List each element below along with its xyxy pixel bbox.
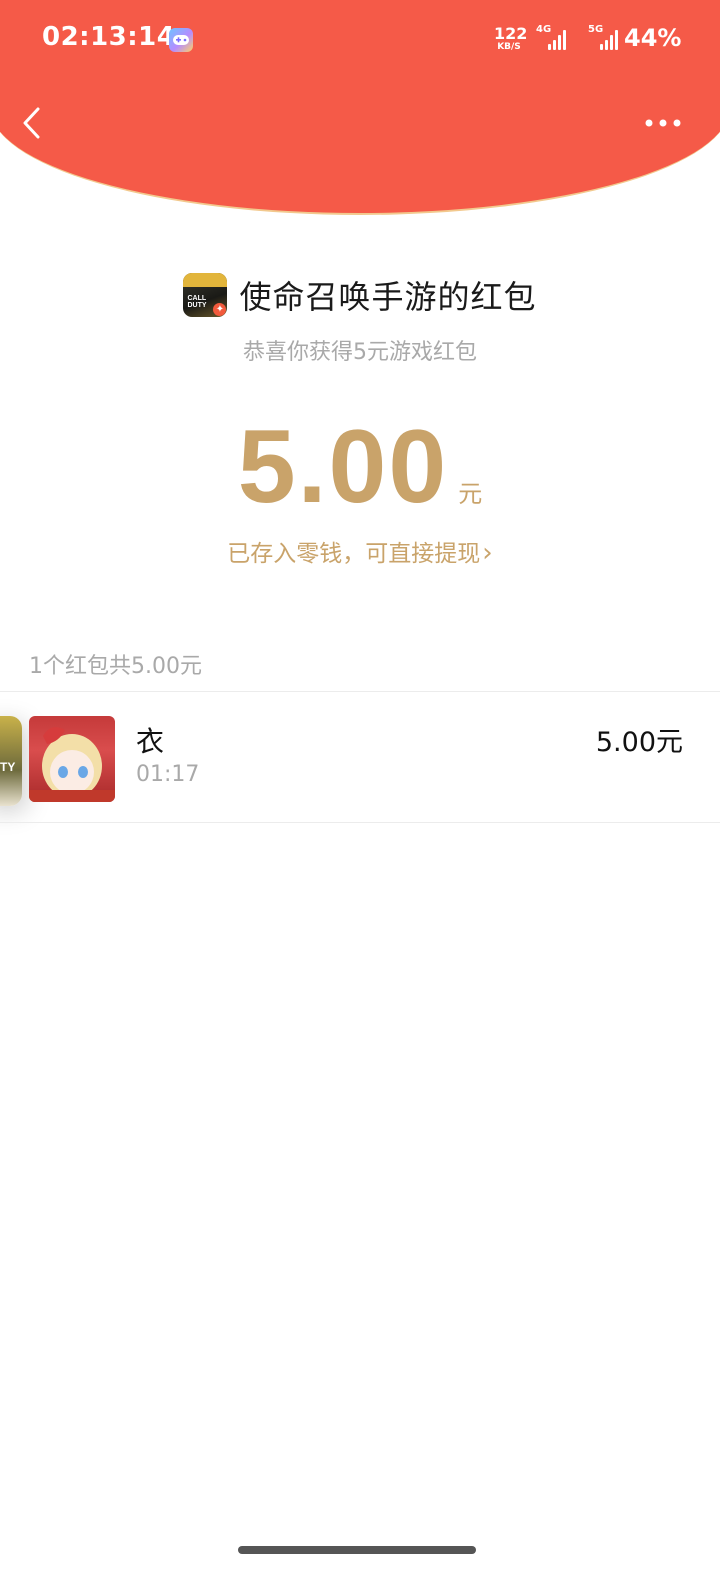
packet-title-row: CALL DUTY ✦ 使命召唤手游的红包 — [0, 270, 720, 320]
avatar — [29, 716, 115, 802]
more-dots-icon — [645, 119, 681, 127]
more-button[interactable] — [640, 110, 686, 136]
withdraw-link-label: 已存入零钱，可直接提现 — [227, 541, 481, 567]
status-bar: 02:13:14 122 KB/S 4G 5G 44% — [42, 22, 682, 52]
amount-unit: 元 — [458, 480, 483, 508]
list-item[interactable]: TY 衣 01:17 5.00元 — [0, 692, 720, 822]
packet-amount: 5.00 — [237, 409, 449, 525]
divider — [0, 822, 720, 823]
chevron-left-icon — [23, 107, 40, 139]
withdraw-link[interactable]: 已存入零钱，可直接提现› — [0, 534, 720, 568]
game-controller-icon — [169, 28, 193, 52]
battery-level: 44% — [624, 24, 682, 52]
packet-title: 使命召唤手游的红包 — [239, 278, 537, 316]
network-speed: 122 KB/S — [494, 24, 528, 52]
back-button[interactable] — [18, 104, 48, 142]
home-indicator[interactable] — [238, 1546, 476, 1554]
packet-subtitle: 恭喜你获得5元游戏红包 — [243, 340, 477, 365]
amount-display: 5.00 元 — [0, 408, 720, 527]
status-time: 02:13:14 — [42, 22, 176, 52]
record-amount: 5.00元 — [595, 727, 683, 758]
record-name: 衣 — [136, 725, 165, 758]
game-logo-icon: CALL DUTY ✦ — [183, 273, 228, 317]
floating-app-thumbnail[interactable]: TY — [0, 716, 22, 806]
record-time: 01:17 — [136, 762, 200, 787]
chevron-right-icon: › — [482, 538, 493, 568]
records-summary: 1个红包共5.00元 — [29, 654, 202, 679]
